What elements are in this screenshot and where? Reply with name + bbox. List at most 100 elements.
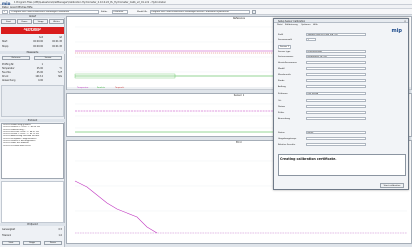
legend-item[interactable]: Temperatur [77, 87, 88, 89]
time-row: Start 00:00:00 00:01:45 [2, 40, 63, 43]
sensor-tab-row: Sensor 1 [278, 44, 406, 49]
form-value[interactable]: Feuchtesensor [306, 50, 366, 54]
reading-unit: %rF [57, 71, 62, 74]
status-message: Creating calibration certificate. [280, 156, 337, 161]
tab-start[interactable]: Start [1, 19, 16, 24]
toolbar-model-field[interactable]: Program Files (x86)\Lakeshore\CalManager… [150, 10, 250, 14]
reading-label: Druck [2, 75, 9, 78]
form-row: Sensoranzahl 1 [278, 38, 406, 42]
form-row: Datum [278, 105, 406, 109]
reading-unit: °C [59, 67, 62, 70]
tab-stop[interactable]: Stopp [33, 19, 48, 24]
form-label: Kunde [278, 79, 285, 82]
reading-label: Temperatur [2, 67, 15, 70]
time-row-label: Stopp [2, 45, 9, 48]
detail-area [1, 181, 64, 223]
tab-sensor-1[interactable]: Sensor 1 [278, 44, 292, 49]
form-value[interactable] [306, 137, 366, 141]
process-tabs: Start Pause Stopp Weiter [1, 19, 64, 24]
form-value[interactable] [306, 85, 366, 89]
form-label: Ort [278, 99, 282, 102]
footer-start-button[interactable]: Start [2, 241, 20, 245]
reading-row: Druck 1013.2 hPa [2, 75, 63, 78]
form-value[interactable] [306, 79, 366, 83]
checkpoint-value: 1.0 [58, 234, 62, 237]
form-label: Status [278, 131, 285, 134]
form-value[interactable] [306, 73, 366, 77]
form-label: Messbereich [278, 73, 291, 76]
start-calibration-button[interactable]: Start calibration [380, 183, 404, 188]
form-label: Sensoranzahl [278, 38, 292, 41]
form-value[interactable] [306, 111, 366, 115]
reading-unit: hPa [58, 75, 62, 78]
toolbar-device-label: Kalibr. [101, 10, 108, 13]
time-row-actual: 00:01:45 [52, 40, 62, 43]
section-header-process: Ablauf [0, 15, 65, 18]
form-value[interactable]: Bereit [306, 131, 366, 135]
error-trace [74, 180, 158, 234]
form-row: Sensor type Feuchtesensor [278, 50, 406, 54]
form-row: Prüfnorm DIN 60584 [278, 92, 406, 96]
form-value[interactable]: 1 [306, 38, 316, 42]
time-columns: Soll Ist [2, 36, 63, 39]
section-header-log: Protokoll [0, 119, 65, 122]
toolbar-path-field[interactable]: 1 Program Files (x86)\Lakeshore\CalManag… [9, 10, 99, 14]
form-value[interactable]: Hydrometer Nr. 001 [306, 55, 366, 59]
form-label: Datum [278, 105, 286, 108]
reading-label: Abweichung [2, 79, 16, 82]
form-value[interactable] [306, 105, 366, 109]
reading-value: 45.00 [36, 71, 43, 74]
tab-pause[interactable]: Pause [17, 19, 32, 24]
legend-item[interactable]: Feuchte [97, 87, 105, 89]
form-row: Umgebungstemp. [278, 137, 406, 141]
footer-stop-button[interactable]: Stopp [23, 241, 41, 245]
form-row: Status Bereit [278, 131, 406, 135]
reading-value: 25.00 [36, 67, 43, 70]
calibration-setup-dialog: Setup Sensor Calibration ✕ Datei Kalibri… [273, 18, 409, 190]
form-value[interactable] [306, 143, 366, 147]
form-row: Messbereich [278, 73, 406, 77]
form-value[interactable] [306, 99, 366, 103]
reading-row: Feuchte 45.00 %rF [2, 71, 63, 74]
legend-item[interactable]: Taupunkt [115, 87, 124, 89]
form-label: Prüfer [278, 111, 285, 114]
dialog-menu-item[interactable]: Hilfe [313, 24, 318, 26]
dialog-title: Setup Sensor Calibration [278, 19, 306, 23]
reading-label: Feuchte [2, 71, 11, 74]
dialog-menu-item[interactable]: Datei [277, 24, 283, 26]
reading-row: Prüfling Nr. 1 [2, 63, 63, 66]
form-row: Relative Feuchte [278, 143, 406, 147]
reading-label: Prüfling Nr. [2, 63, 15, 66]
form-row: Modell [278, 67, 406, 71]
status-message-box: Creating calibration certificate. [278, 154, 406, 176]
reference-button[interactable]: Referenz [2, 56, 30, 60]
toolbar-field-1[interactable]: 1 [2, 10, 8, 14]
form-value[interactable]: Sample Data.001 MBI Std CLR [306, 33, 366, 37]
toolbar-model-label: Modell-Nr. [137, 10, 148, 13]
toolbar-browse-button[interactable] [252, 10, 256, 14]
form-value[interactable]: DIN 60584 [306, 92, 366, 96]
form-row: Seriennummer Hydrometer Nr. 001 [278, 55, 406, 59]
form-value[interactable] [306, 61, 366, 65]
reading-value: 1013.2 [35, 75, 43, 78]
toolbar-host-field[interactable]: Localhost [112, 10, 128, 14]
form-row: Kunde [278, 79, 406, 83]
tab-continue[interactable]: Weiter [49, 19, 64, 24]
checkpoint-row: Genauigkeit 0.5 [2, 228, 63, 231]
form-value[interactable] [306, 67, 366, 71]
footer-pause-button[interactable]: Pause [44, 241, 62, 245]
checkpoint-label: Genauigkeit [2, 228, 16, 231]
form-label: Seriennummer [278, 55, 294, 58]
sensor-button[interactable]: Sensor [34, 56, 62, 60]
dialog-menu-item[interactable]: Optionen [301, 24, 311, 26]
close-icon[interactable]: ✕ [404, 20, 406, 23]
left-panel: Ablauf Start Pause Stopp Weiter ACHTUNG!… [0, 15, 65, 247]
dialog-menu-item[interactable]: Kalibrierung [285, 24, 298, 26]
form-row: Auftrag [278, 85, 406, 89]
dialog-titlebar: Setup Sensor Calibration ✕ [274, 19, 408, 23]
checkpoint-label: Toleranz [2, 234, 12, 237]
column-actual: Ist [59, 36, 62, 39]
form-label: Auftrag [278, 85, 286, 88]
time-row-set: 00:00:00 [33, 45, 43, 48]
form-value[interactable] [306, 117, 366, 121]
